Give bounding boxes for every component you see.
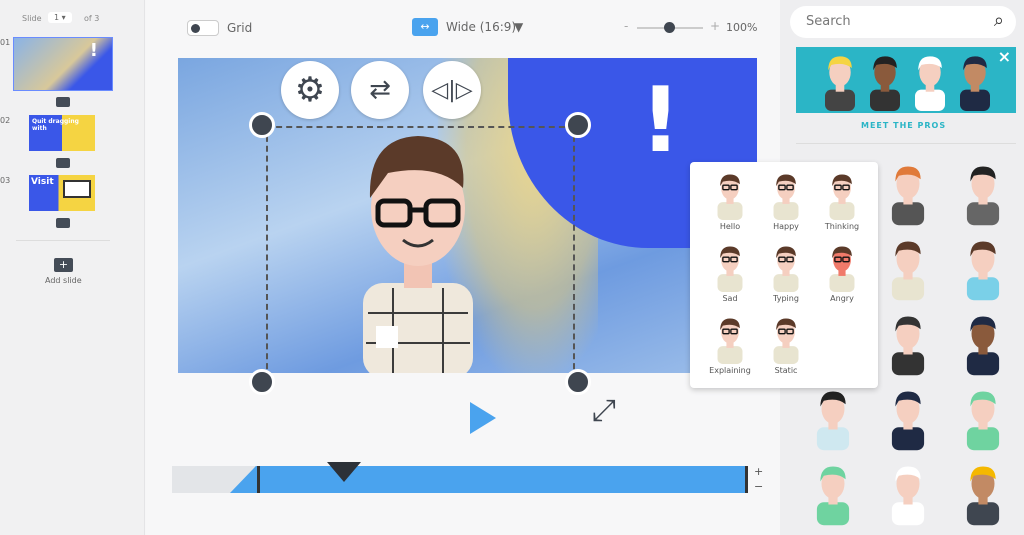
add-slide-label: Add slide [45, 276, 82, 285]
gear-icon: ⚙ [294, 70, 326, 110]
aspect-ratio-icon[interactable]: ↔ [412, 18, 438, 36]
swap-icon: ⇄ [369, 75, 391, 105]
divider [16, 240, 110, 241]
grid-label: Grid [227, 21, 253, 35]
slide-number: 01 [0, 38, 11, 47]
character-thumbnail[interactable] [885, 460, 931, 530]
exclamation-mark: ! [640, 68, 682, 173]
rotate-icon[interactable]: ⤢ [592, 393, 616, 428]
character-thumbnail[interactable] [810, 385, 856, 455]
exclamation: ! [89, 40, 98, 61]
search-input[interactable]: Search ⌕ [790, 6, 1016, 38]
pose-label: Static [774, 366, 798, 375]
pose-static[interactable]: Static [756, 314, 816, 375]
close-icon[interactable]: × [998, 47, 1011, 66]
timeline-zoom-out[interactable]: − [754, 480, 763, 493]
aspect-ratio-select[interactable]: Wide (16:9) [446, 20, 516, 34]
pro-avatar [818, 51, 862, 115]
meet-the-pros-banner[interactable]: × [796, 47, 1016, 113]
character-thumbnail[interactable] [885, 310, 931, 380]
search-placeholder: Search [806, 14, 851, 29]
timeline-track[interactable] [172, 466, 748, 493]
pose-happy[interactable]: Happy [756, 170, 816, 231]
poses-popup: Hello Happy Thinking Sad Typing Angry Explaini… [690, 162, 878, 388]
flip-button[interactable]: ◁|▷ [423, 61, 481, 119]
pro-avatar [863, 51, 907, 115]
character-thumbnail[interactable] [960, 460, 1006, 530]
add-slide-button[interactable]: + [54, 258, 73, 272]
divider [796, 143, 1016, 144]
chevron-down-icon[interactable]: ▼ [514, 20, 523, 34]
character-thumbnail[interactable] [885, 235, 931, 305]
slide-current: 1 [54, 13, 60, 22]
pose-angry[interactable]: Angry [812, 242, 872, 303]
character-thumbnail[interactable] [810, 460, 856, 530]
resize-handle[interactable] [565, 369, 591, 395]
zoom-slider-thumb[interactable] [664, 22, 675, 33]
zoom-out-button[interactable]: - [624, 19, 628, 33]
duplicate-slide-icon[interactable] [56, 97, 70, 107]
settings-button[interactable]: ⚙ [281, 61, 339, 119]
pose-label: Thinking [824, 222, 860, 231]
zoom-in-button[interactable]: + [710, 19, 720, 33]
character-thumbnail[interactable] [960, 160, 1006, 230]
timeline-zoom-in[interactable]: + [754, 465, 763, 478]
duplicate-slide-icon[interactable] [56, 218, 70, 228]
pose-thinking[interactable]: Thinking [812, 170, 872, 231]
slides-panel: Slide 1 ▾ of 3 01 ! 02 Quit dragging wit… [0, 0, 145, 535]
segment-end-handle[interactable] [745, 466, 748, 493]
zoom-level: 100% [726, 21, 758, 34]
grid-toggle[interactable] [187, 20, 219, 36]
pose-label: Happy [773, 222, 799, 231]
slide-of: of 3 [84, 14, 100, 23]
character-thumbnail[interactable] [885, 160, 931, 230]
segment-start-handle[interactable] [257, 466, 260, 493]
flip-icon: ◁|▷ [431, 77, 473, 103]
pose-label: Angry [830, 294, 854, 303]
slide-label: Slide [22, 14, 42, 23]
pro-avatar [908, 51, 952, 115]
pose-label: Sad [722, 294, 738, 303]
slide-number: 03 [0, 176, 11, 185]
slide-thumbnail-1[interactable]: ! [13, 37, 113, 91]
resize-handle[interactable] [249, 369, 275, 395]
banner-label[interactable]: MEET THE PROS [861, 121, 946, 130]
slide-2-text: Quit dragging with [32, 118, 79, 132]
selection-box [266, 126, 575, 373]
character-thumbnail[interactable] [960, 385, 1006, 455]
resize-handle[interactable] [249, 112, 275, 138]
character-thumbnail[interactable] [960, 235, 1006, 305]
timeline-segment[interactable] [230, 466, 748, 493]
play-button[interactable] [470, 402, 496, 434]
slide-number: 02 [0, 116, 11, 125]
pose-hello[interactable]: Hello [700, 170, 760, 231]
slide-3-text: Visit [31, 177, 54, 187]
character-thumbnail[interactable] [885, 385, 931, 455]
pose-label: Explaining [709, 366, 751, 375]
duplicate-slide-icon[interactable] [56, 158, 70, 168]
character-thumbnail[interactable] [960, 310, 1006, 380]
pose-label: Hello [719, 222, 741, 231]
swap-character-button[interactable]: ⇄ [351, 61, 409, 119]
pose-typing[interactable]: Typing [756, 242, 816, 303]
slide-thumbnail-3[interactable]: Visit [29, 175, 95, 211]
pose-label: Typing [773, 294, 799, 303]
pro-avatar [953, 51, 997, 115]
playhead[interactable] [327, 462, 361, 482]
search-icon[interactable]: ⌕ [994, 10, 1004, 31]
pose-explaining[interactable]: Explaining [700, 314, 760, 375]
slide-thumbnail-2[interactable]: Quit dragging with [29, 115, 95, 151]
slide-select[interactable]: 1 ▾ [48, 12, 72, 23]
pose-sad[interactable]: Sad [700, 242, 760, 303]
resize-handle[interactable] [565, 112, 591, 138]
